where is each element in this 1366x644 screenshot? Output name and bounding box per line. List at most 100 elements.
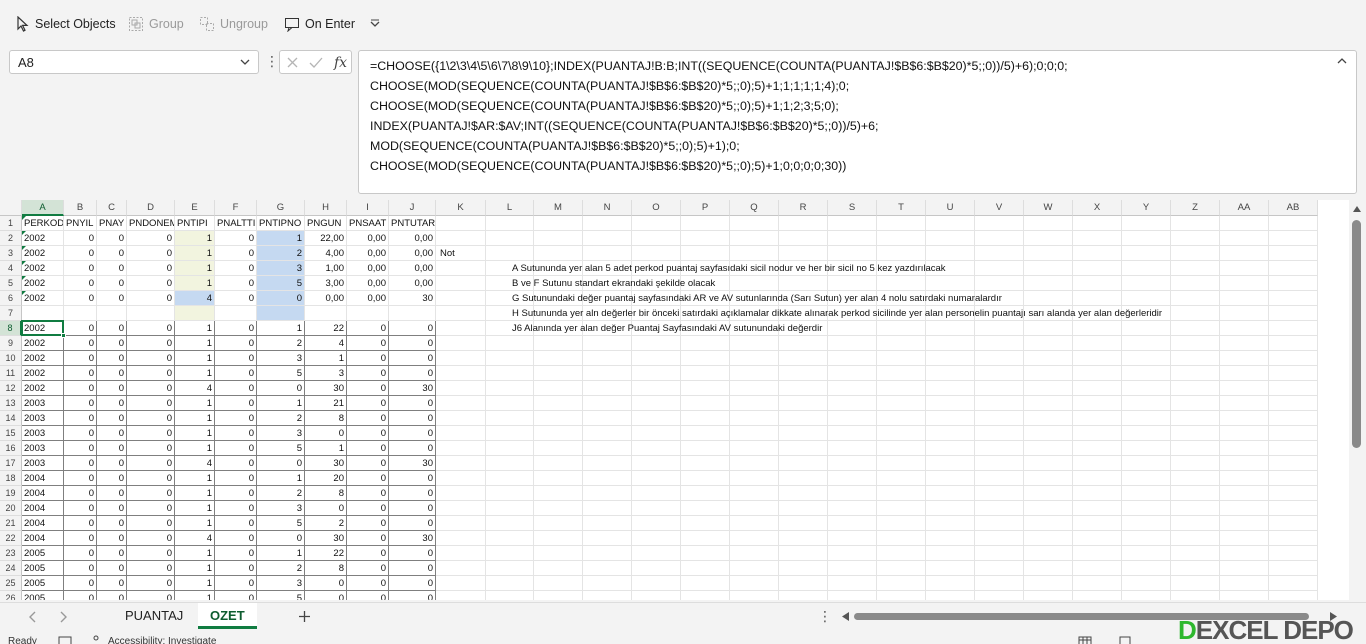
table-cell[interactable]: 0 — [97, 456, 127, 471]
empty-cell[interactable] — [877, 366, 926, 381]
empty-cell[interactable] — [1024, 411, 1073, 426]
table-cell[interactable]: 0 — [97, 471, 127, 486]
empty-cell[interactable] — [1024, 231, 1073, 246]
table-cell[interactable]: PNSAAT — [347, 216, 389, 231]
empty-cell[interactable] — [436, 351, 486, 366]
empty-cell[interactable] — [730, 531, 779, 546]
empty-cell[interactable] — [1220, 261, 1269, 276]
table-cell[interactable]: 0 — [347, 486, 389, 501]
column-header[interactable]: C — [97, 200, 127, 216]
empty-cell[interactable] — [1122, 336, 1171, 351]
empty-cell[interactable] — [1122, 366, 1171, 381]
empty-cell[interactable] — [730, 516, 779, 531]
empty-cell[interactable] — [534, 216, 583, 231]
normal-view-icon[interactable] — [1078, 636, 1092, 644]
empty-cell[interactable] — [1122, 231, 1171, 246]
empty-cell[interactable] — [926, 486, 975, 501]
empty-cell[interactable] — [534, 471, 583, 486]
empty-cell[interactable] — [1220, 516, 1269, 531]
empty-cell[interactable] — [534, 561, 583, 576]
table-cell[interactable]: 0 — [97, 351, 127, 366]
row-header[interactable]: 14 — [0, 411, 22, 426]
table-cell[interactable]: 3 — [257, 351, 305, 366]
empty-cell[interactable] — [1024, 546, 1073, 561]
empty-cell[interactable] — [1024, 531, 1073, 546]
empty-cell[interactable] — [877, 471, 926, 486]
empty-cell[interactable] — [436, 306, 486, 321]
empty-cell[interactable] — [436, 321, 486, 336]
table-cell[interactable]: 0 — [257, 381, 305, 396]
empty-cell[interactable] — [926, 246, 975, 261]
empty-cell[interactable] — [1171, 336, 1220, 351]
empty-cell[interactable] — [486, 486, 534, 501]
empty-cell[interactable] — [828, 471, 877, 486]
select-all-corner[interactable] — [0, 200, 22, 216]
column-header[interactable]: J — [389, 200, 436, 216]
empty-cell[interactable] — [877, 276, 926, 291]
table-cell[interactable]: 0,00 — [389, 231, 436, 246]
table-cell[interactable]: 0 — [127, 531, 175, 546]
table-cell[interactable]: 0 — [305, 591, 347, 600]
empty-cell[interactable] — [1122, 261, 1171, 276]
table-cell[interactable]: 0 — [389, 351, 436, 366]
column-header[interactable]: Q — [730, 200, 779, 216]
empty-cell[interactable] — [975, 501, 1024, 516]
table-cell[interactable]: 0 — [215, 381, 257, 396]
empty-cell[interactable] — [1122, 216, 1171, 231]
empty-cell[interactable] — [730, 366, 779, 381]
empty-cell[interactable] — [877, 231, 926, 246]
empty-cell[interactable] — [1122, 456, 1171, 471]
empty-cell[interactable] — [1220, 486, 1269, 501]
formula-bar[interactable]: =CHOOSE({1\2\3\4\5\6\7\8\9\10};INDEX(PUA… — [358, 50, 1357, 194]
tab-puantaj[interactable]: PUANTAJ — [113, 603, 195, 629]
table-cell[interactable]: 0 — [97, 396, 127, 411]
table-cell[interactable]: 2005 — [22, 561, 64, 576]
empty-cell[interactable] — [632, 456, 681, 471]
table-cell[interactable]: 0 — [389, 501, 436, 516]
scroll-up-icon[interactable] — [1353, 206, 1361, 212]
table-cell[interactable]: 0 — [215, 246, 257, 261]
table-cell[interactable]: 30 — [389, 381, 436, 396]
table-cell[interactable]: 2 — [257, 486, 305, 501]
empty-cell[interactable] — [730, 546, 779, 561]
prev-sheet-icon[interactable] — [28, 611, 36, 623]
empty-cell[interactable] — [436, 291, 486, 306]
table-cell[interactable]: 2 — [305, 516, 347, 531]
table-cell[interactable]: 2004 — [22, 531, 64, 546]
table-cell[interactable]: 0 — [64, 426, 97, 441]
table-cell[interactable]: 0 — [215, 426, 257, 441]
empty-cell[interactable] — [1171, 306, 1220, 321]
empty-cell[interactable] — [828, 231, 877, 246]
empty-cell[interactable] — [877, 426, 926, 441]
table-cell[interactable]: 0 — [97, 426, 127, 441]
vertical-scrollbar[interactable] — [1349, 200, 1366, 600]
empty-cell[interactable] — [828, 411, 877, 426]
empty-cell[interactable] — [486, 516, 534, 531]
row-header[interactable]: 17 — [0, 456, 22, 471]
table-cell[interactable]: 0 — [305, 501, 347, 516]
empty-cell[interactable] — [1220, 336, 1269, 351]
column-header[interactable]: T — [877, 200, 926, 216]
empty-cell[interactable] — [486, 591, 534, 600]
empty-cell[interactable] — [1073, 456, 1122, 471]
table-cell[interactable]: 1 — [175, 396, 215, 411]
table-cell[interactable]: 1 — [175, 411, 215, 426]
table-cell[interactable]: 1 — [175, 546, 215, 561]
table-cell[interactable]: 2004 — [22, 471, 64, 486]
empty-cell[interactable] — [975, 231, 1024, 246]
empty-cell[interactable] — [534, 381, 583, 396]
table-cell[interactable]: 0 — [127, 411, 175, 426]
empty-cell[interactable] — [877, 216, 926, 231]
empty-cell[interactable] — [779, 216, 828, 231]
table-cell[interactable]: 2002 — [22, 366, 64, 381]
table-cell[interactable]: 0 — [127, 291, 175, 306]
empty-cell[interactable] — [1171, 561, 1220, 576]
empty-cell[interactable] — [828, 456, 877, 471]
table-cell[interactable]: 0,00 — [347, 291, 389, 306]
table-cell[interactable]: 0 — [127, 381, 175, 396]
table-cell[interactable]: 0 — [389, 546, 436, 561]
table-cell[interactable]: 0 — [215, 546, 257, 561]
empty-cell[interactable] — [1073, 546, 1122, 561]
table-cell[interactable]: 8 — [305, 561, 347, 576]
empty-cell[interactable] — [681, 561, 730, 576]
